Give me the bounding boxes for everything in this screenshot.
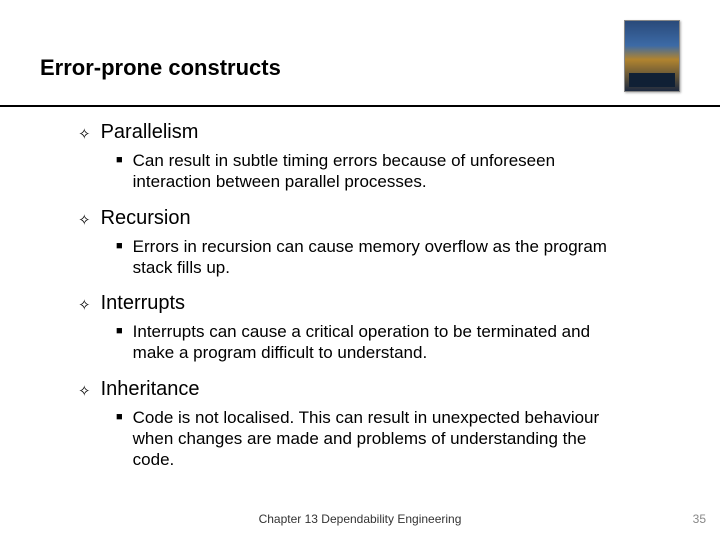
- sub-bullet-text: Code is not localised. This can result i…: [133, 407, 626, 471]
- sub-bullet-text: Can result in subtle timing errors becau…: [133, 150, 626, 193]
- bullet-recursion: ✧ Recursion ■ Errors in recursion can ca…: [78, 207, 660, 279]
- sub-bullet: ■ Errors in recursion can cause memory o…: [116, 236, 626, 279]
- bullet-line: ✧ Parallelism: [78, 121, 660, 144]
- bullet-line: ✧ Recursion: [78, 207, 660, 230]
- sub-bullet-text: Interrupts can cause a critical operatio…: [133, 321, 626, 364]
- diamond-icon: ✧: [78, 384, 91, 399]
- book-cover-thumbnail: [624, 20, 680, 92]
- bullet-label: Recursion: [101, 207, 191, 230]
- bullet-label: Inheritance: [101, 378, 200, 401]
- bullet-inheritance: ✧ Inheritance ■ Code is not localised. T…: [78, 378, 660, 471]
- diamond-icon: ✧: [78, 298, 91, 313]
- page-number: 35: [693, 512, 706, 526]
- slide: Error-prone constructs ✧ Parallelism ■ C…: [0, 0, 720, 540]
- diamond-icon: ✧: [78, 213, 91, 228]
- footer-chapter: Chapter 13 Dependability Engineering: [0, 512, 720, 526]
- slide-content: ✧ Parallelism ■ Can result in subtle tim…: [0, 81, 720, 470]
- bullet-label: Interrupts: [101, 292, 185, 315]
- sub-bullet: ■ Code is not localised. This can result…: [116, 407, 626, 471]
- slide-header: Error-prone constructs: [0, 0, 720, 81]
- bullet-parallelism: ✧ Parallelism ■ Can result in subtle tim…: [78, 121, 660, 193]
- square-icon: ■: [116, 326, 123, 337]
- header-divider: [0, 105, 720, 107]
- bullet-interrupts: ✧ Interrupts ■ Interrupts can cause a cr…: [78, 292, 660, 364]
- slide-title: Error-prone constructs: [40, 55, 680, 81]
- bullet-line: ✧ Interrupts: [78, 292, 660, 315]
- square-icon: ■: [116, 155, 123, 166]
- square-icon: ■: [116, 241, 123, 252]
- sub-bullet-text: Errors in recursion can cause memory ove…: [133, 236, 626, 279]
- diamond-icon: ✧: [78, 127, 91, 142]
- sub-bullet: ■ Interrupts can cause a critical operat…: [116, 321, 626, 364]
- sub-bullet: ■ Can result in subtle timing errors bec…: [116, 150, 626, 193]
- bullet-label: Parallelism: [101, 121, 199, 144]
- bullet-line: ✧ Inheritance: [78, 378, 660, 401]
- square-icon: ■: [116, 412, 123, 423]
